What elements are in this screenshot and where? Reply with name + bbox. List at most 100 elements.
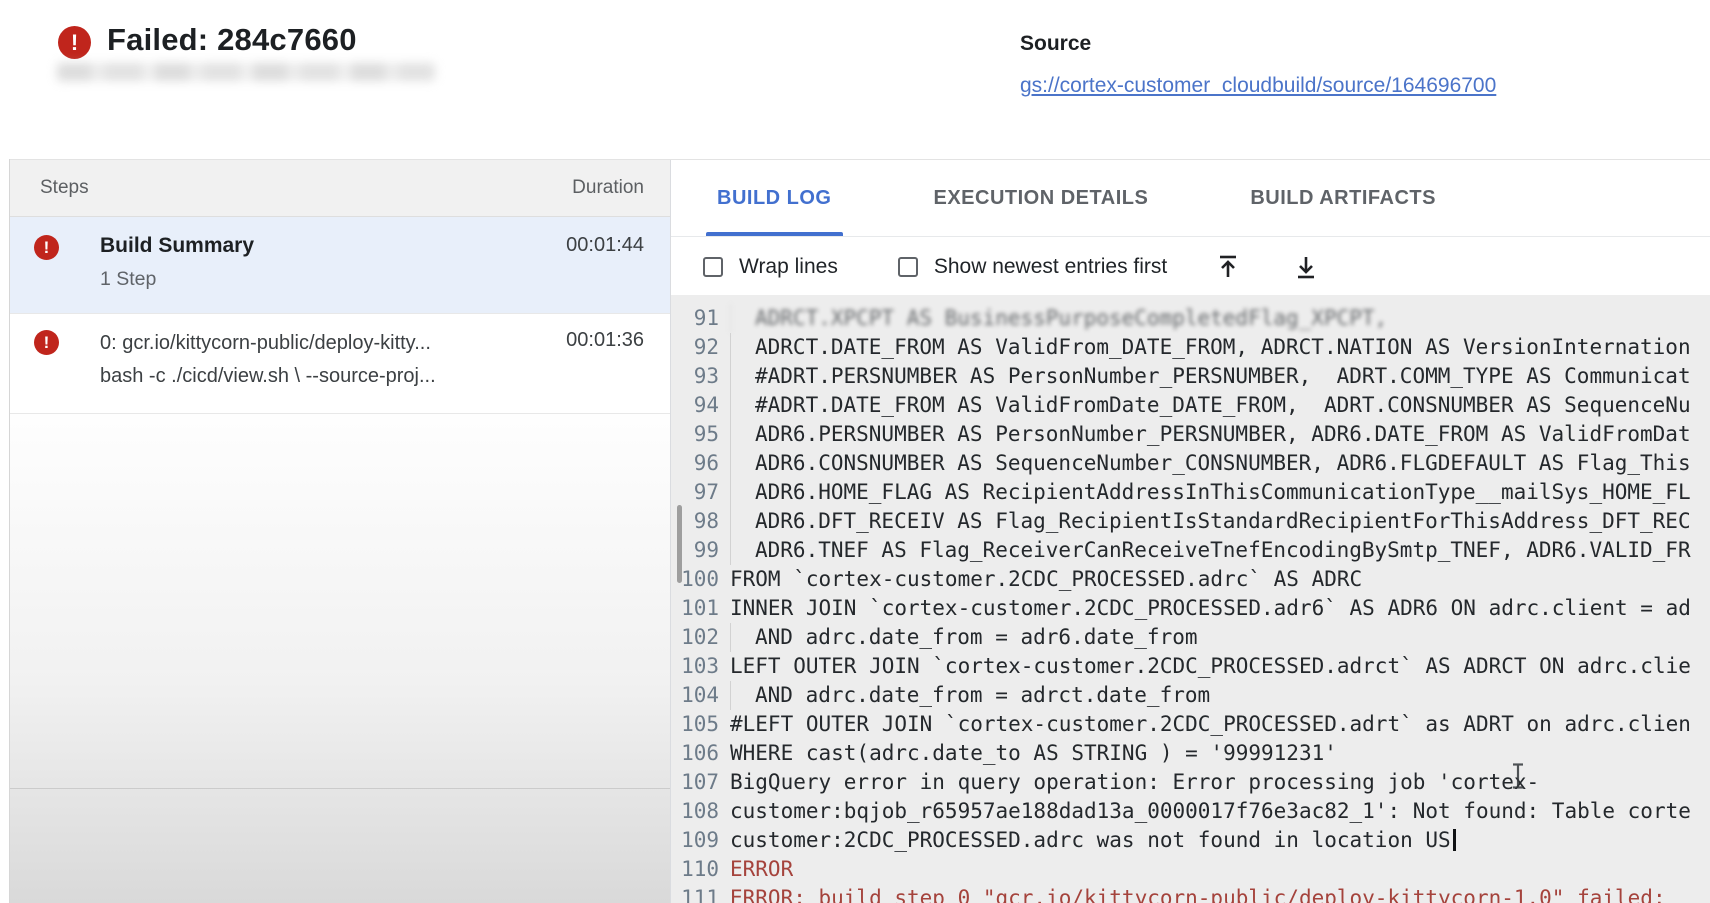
step-error-icon: ! — [34, 330, 59, 355]
log-line-111: 111 ERROR: build step 0 "gcr.io/kittycorn… — [671, 884, 1710, 903]
log-line-text: customer:2CDC_PROCESSED.adrc was not fou… — [730, 826, 1456, 855]
scroll-to-bottom-icon — [1292, 253, 1320, 281]
log-line-text: ADR6.DFT_RECEIV AS Flag_RecipientIsStand… — [730, 507, 1691, 536]
log-line-number: 103 — [671, 652, 719, 681]
log-line-text: ADRCT.XPCPT AS BusinessPurposeCompletedF… — [730, 304, 1387, 333]
steps-column-header: Steps — [40, 177, 89, 199]
wrap-lines-checkbox[interactable] — [703, 257, 723, 277]
newest-first-checkbox[interactable] — [898, 257, 918, 277]
log-line-text: AND adrc.date_from = adr6.date_from — [730, 623, 1198, 652]
newest-first-toggle[interactable]: Show newest entries first — [898, 255, 1167, 279]
tab-build-artifacts[interactable]: BUILD ARTIFACTS — [1239, 160, 1447, 236]
log-toolbar: Wrap lines Show newest entries first — [671, 238, 1710, 295]
text-caret — [1453, 829, 1456, 851]
log-line-text: FROM `cortex-customer.2CDC_PROCESSED.adr… — [730, 565, 1362, 594]
wrap-lines-toggle[interactable]: Wrap lines — [703, 255, 838, 279]
scroll-to-bottom-button[interactable] — [1289, 250, 1323, 284]
log-line-108: 108 customer:bqjob_r65957ae188dad13a_0000… — [671, 797, 1710, 826]
log-line-number: 95 — [671, 420, 719, 449]
log-line-text: INNER JOIN `cortex-customer.2CDC_PROCESS… — [730, 594, 1691, 623]
log-line-text: ADRCT.DATE_FROM AS ValidFrom_DATE_FROM, … — [730, 333, 1691, 362]
log-scrollbar-thumb[interactable] — [677, 505, 682, 583]
log-line-number: 97 — [671, 478, 719, 507]
log-line-107: 107 BigQuery error in query operation: Er… — [671, 768, 1710, 797]
log-line-109: 109 customer:2CDC_PROCESSED.adrc was not … — [671, 826, 1710, 855]
log-line-number: 93 — [671, 362, 719, 391]
log-line-text: AND adrc.date_from = adrct.date_from — [730, 681, 1210, 710]
step-row-0[interactable]: ! Build Summary 1 Step 00:01:44 — [10, 217, 670, 314]
log-line-text: BigQuery error in query operation: Error… — [730, 768, 1539, 797]
scroll-to-top-button[interactable] — [1211, 250, 1245, 284]
blurred-subtitle — [57, 63, 435, 81]
log-line-text: ADR6.HOME_FLAG AS RecipientAddressInThis… — [730, 478, 1691, 507]
log-line-92: 92 ADRCT.DATE_FROM AS ValidFrom_DATE_FROM… — [671, 333, 1710, 362]
tab-execution-details[interactable]: EXECUTION DETAILS — [923, 160, 1160, 236]
wrap-lines-label: Wrap lines — [739, 255, 838, 279]
log-line-number: 105 — [671, 710, 719, 739]
log-line-number: 107 — [671, 768, 719, 797]
step-duration: 00:01:44 — [566, 234, 644, 313]
log-line-number: 106 — [671, 739, 719, 768]
log-line-number: 91 — [671, 304, 719, 333]
duration-column-header: Duration — [572, 177, 644, 199]
log-lines: 91 ADRCT.XPCPT AS BusinessPurposeComplete… — [671, 304, 1710, 903]
log-line-102: 102 AND adrc.date_from = adr6.date_from — [671, 623, 1710, 652]
steps-list-header: Steps Duration — [10, 160, 670, 217]
log-line-text: #LEFT OUTER JOIN `cortex-customer.2CDC_P… — [730, 710, 1691, 739]
log-line-99: 99ADR6.TNEF AS Flag_ReceiverCanReceiveTn… — [671, 536, 1710, 565]
log-line-105: 105 #LEFT OUTER JOIN `cortex-customer.2CD… — [671, 710, 1710, 739]
log-line-95: 95 ADR6.PERSNUMBER AS PersonNumber_PERSNU… — [671, 420, 1710, 449]
step-subtitle: bash -c ./cicd/view.sh \ --source-proj..… — [100, 360, 554, 393]
log-line-106: 106 WHERE cast(adrc.date_to AS STRING ) =… — [671, 739, 1710, 768]
log-line-103: 103 LEFT OUTER JOIN `cortex-customer.2CDC… — [671, 652, 1710, 681]
log-line-text: ERROR: build step 0 "gcr.io/kittycorn-pu… — [730, 884, 1666, 903]
log-line-number: 109 — [671, 826, 719, 855]
log-line-text: ADR6.TNEF AS Flag_ReceiverCanReceiveTnef… — [730, 536, 1691, 565]
log-line-number: 108 — [671, 797, 719, 826]
log-line-text: ADR6.PERSNUMBER AS PersonNumber_PERSNUMB… — [730, 420, 1691, 449]
log-line-number: 94 — [671, 391, 719, 420]
scroll-to-top-icon — [1214, 253, 1242, 281]
log-line-94: 94 #ADRT.DATE_FROM AS ValidFromDate_DATE_… — [671, 391, 1710, 420]
log-line-number: 96 — [671, 449, 719, 478]
log-line-98: 98ADR6.DFT_RECEIV AS Flag_RecipientIsSta… — [671, 507, 1710, 536]
log-line-number: 110 — [671, 855, 719, 884]
log-line-number: 101 — [671, 594, 719, 623]
log-line-number: 102 — [671, 623, 719, 652]
log-line-number: 104 — [671, 681, 719, 710]
log-line-text: #ADRT.PERSNUMBER AS PersonNumber_PERSNUM… — [730, 362, 1691, 391]
step-error-icon: ! — [34, 235, 59, 260]
page-title: Failed: 284c7660 — [107, 22, 357, 58]
log-line-100: 100FROM `cortex-customer.2CDC_PROCESSED.… — [671, 565, 1710, 594]
log-line-97: 97 ADR6.HOME_FLAG AS RecipientAddressInTh… — [671, 478, 1710, 507]
log-line-text: WHERE cast(adrc.date_to AS STRING ) = '9… — [730, 739, 1337, 768]
log-line-text: ADR6.CONSNUMBER AS SequenceNumber_CONSNU… — [730, 449, 1691, 478]
log-line-91: 91 ADRCT.XPCPT AS BusinessPurposeComplete… — [671, 304, 1710, 333]
left-rail — [0, 159, 10, 903]
step-duration: 00:01:36 — [566, 329, 644, 413]
step-title: Build Summary — [100, 232, 554, 259]
steps-faint-divider — [10, 788, 670, 789]
log-line-text: customer:bqjob_r65957ae188dad13a_0000017… — [730, 797, 1691, 826]
log-line-text: #ADRT.DATE_FROM AS ValidFromDate_DATE_FR… — [730, 391, 1691, 420]
step-row-1[interactable]: ! 0: gcr.io/kittycorn-public/deploy-kitt… — [10, 314, 670, 414]
detail-tabs: BUILD LOG EXECUTION DETAILS BUILD ARTIFACT… — [671, 160, 1710, 237]
log-line-104: 104 AND adrc.date_from = adrct.date_from — [671, 681, 1710, 710]
source-label: Source — [1020, 32, 1091, 56]
build-log-viewer[interactable]: 91 ADRCT.XPCPT AS BusinessPurposeComplete… — [671, 295, 1710, 903]
log-line-110: 110 ERROR — [671, 855, 1710, 884]
log-line-text: LEFT OUTER JOIN `cortex-customer.2CDC_PR… — [730, 652, 1691, 681]
steps-list: ! Build Summary 1 Step 00:01:44 ! 0: gcr… — [10, 217, 670, 414]
log-line-number: 92 — [671, 333, 719, 362]
log-line-text: ERROR — [730, 855, 793, 884]
steps-panel: Steps Duration ! Build Summary 1 Step 00… — [10, 160, 670, 903]
steps-empty-area — [10, 414, 670, 903]
newest-first-label: Show newest entries first — [934, 255, 1167, 279]
log-line-101: 101 INNER JOIN `cortex-customer.2CDC_PROC… — [671, 594, 1710, 623]
log-line-number: 111 — [671, 884, 719, 903]
log-line-96: 96 ADR6.CONSNUMBER AS SequenceNumber_CONS… — [671, 449, 1710, 478]
source-link[interactable]: gs://cortex-customer_cloudbuild/source/1… — [1020, 74, 1708, 98]
tab-build-log[interactable]: BUILD LOG — [706, 160, 843, 236]
error-status-icon: ! — [58, 26, 91, 59]
step-title: 0: gcr.io/kittycorn-public/deploy-kitty.… — [100, 327, 554, 360]
